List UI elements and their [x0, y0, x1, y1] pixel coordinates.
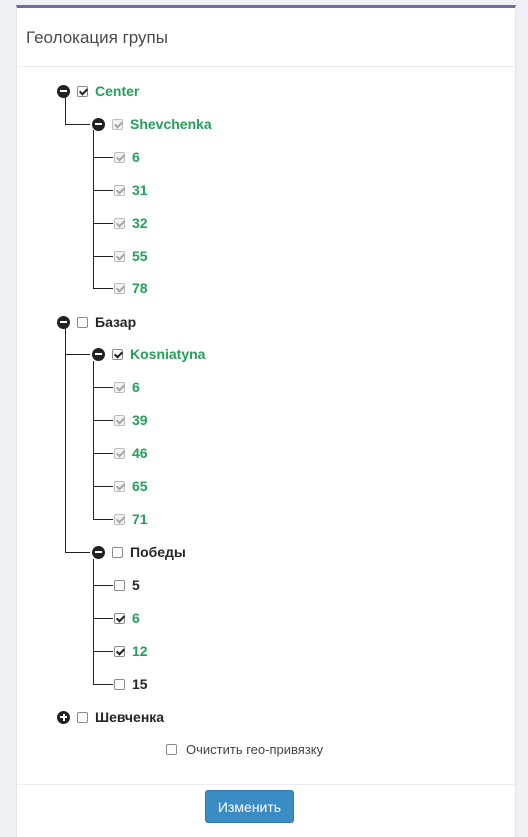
- tree-label[interactable]: 6: [132, 610, 140, 626]
- tree-connector: [65, 354, 90, 355]
- submit-button[interactable]: Изменить: [205, 790, 294, 823]
- checkbox-shevchenka-ua[interactable]: [77, 711, 88, 723]
- tree-connector: [93, 651, 113, 652]
- tree-label[interactable]: 6: [132, 379, 140, 395]
- tree-connector: [65, 97, 66, 124]
- collapse-icon[interactable]: [92, 545, 105, 559]
- footer-divider: [17, 784, 515, 785]
- tree-label[interactable]: Шевченка: [95, 709, 164, 725]
- header-divider: [17, 66, 515, 67]
- tree-label[interactable]: 6: [132, 149, 140, 165]
- collapse-icon[interactable]: [57, 315, 70, 329]
- tree-connector: [93, 559, 94, 685]
- tree-connector: [93, 288, 113, 289]
- checkbox-bazar[interactable]: [77, 316, 88, 328]
- tree-label[interactable]: Победы: [130, 544, 186, 560]
- tree-connector: [93, 519, 113, 520]
- leaf-checkbox: [114, 381, 125, 393]
- tree-connector: [93, 157, 113, 158]
- leaf-checkbox: [114, 282, 125, 294]
- tree-label[interactable]: 5: [132, 577, 140, 593]
- collapse-icon[interactable]: [92, 117, 105, 131]
- tree-connector: [65, 124, 90, 125]
- tree-connector: [93, 223, 113, 224]
- tree-leaf: 39: [114, 411, 148, 429]
- tree-label[interactable]: 46: [132, 445, 148, 461]
- leaf-checkbox[interactable]: [114, 612, 125, 624]
- tree-connector: [93, 420, 113, 421]
- leaf-checkbox: [114, 447, 125, 459]
- tree-connector: [93, 387, 113, 388]
- leaf-checkbox: [114, 184, 125, 196]
- tree-connector: [93, 618, 113, 619]
- tree-label[interactable]: 15: [132, 676, 148, 692]
- tree-connector: [93, 256, 113, 257]
- checkbox-pobedy[interactable]: [112, 546, 123, 558]
- leaf-checkbox: [114, 480, 125, 492]
- leaf-checkbox: [114, 217, 125, 229]
- tree-leaf: 78: [114, 279, 148, 297]
- tree-node-shevchenka: Shevchenka: [92, 115, 212, 133]
- checkbox-shevchenka: [112, 118, 123, 130]
- tree-label[interactable]: 71: [132, 511, 148, 527]
- tree-node-bazar: Базар: [57, 313, 136, 331]
- leaf-checkbox[interactable]: [114, 678, 125, 690]
- leaf-checkbox: [114, 250, 125, 262]
- tree-leaf: 15: [114, 675, 148, 693]
- panel-title: Геолокация групы: [26, 28, 168, 47]
- collapse-icon[interactable]: [57, 84, 70, 98]
- tree-label[interactable]: 55: [132, 248, 148, 264]
- tree-leaf: 71: [114, 510, 148, 528]
- expand-icon[interactable]: [57, 710, 70, 724]
- tree-leaf: 55: [114, 247, 148, 265]
- tree-connector: [93, 684, 113, 685]
- tree-leaf: 6: [114, 378, 140, 396]
- tree-leaf: 12: [114, 642, 148, 660]
- tree-leaf: 6: [114, 148, 140, 166]
- checkbox-center[interactable]: [77, 85, 88, 97]
- tree-connector: [93, 453, 113, 454]
- tree-connector: [93, 190, 113, 191]
- tree-connector: [65, 552, 90, 553]
- clear-geo-label[interactable]: Очистить гео-привязку: [186, 742, 323, 757]
- tree-label[interactable]: Center: [95, 83, 139, 99]
- tree-label[interactable]: 39: [132, 412, 148, 428]
- tree-label[interactable]: 12: [132, 643, 148, 659]
- leaf-checkbox: [114, 513, 125, 525]
- tree-node-shevchenka-ua: Шевченка: [57, 708, 164, 726]
- tree-label[interactable]: 65: [132, 478, 148, 494]
- tree-label[interactable]: 31: [132, 182, 148, 198]
- tree-connector: [93, 486, 113, 487]
- tree-leaf: 5: [114, 576, 140, 594]
- collapse-icon[interactable]: [92, 347, 105, 361]
- tree-label[interactable]: 78: [132, 280, 148, 296]
- tree-label[interactable]: Базар: [95, 314, 136, 330]
- tree-leaf: 32: [114, 214, 148, 232]
- tree-connector: [93, 585, 113, 586]
- leaf-checkbox[interactable]: [114, 645, 125, 657]
- tree-node-center: Center: [57, 82, 139, 100]
- tree-label[interactable]: 32: [132, 215, 148, 231]
- tree-label[interactable]: Shevchenka: [130, 116, 212, 132]
- tree-connector: [93, 130, 94, 288]
- tree-leaf: 6: [114, 609, 140, 627]
- clear-geo-option[interactable]: Очистить гео-привязку: [166, 742, 323, 757]
- leaf-checkbox: [114, 414, 125, 426]
- clear-geo-checkbox[interactable]: [166, 744, 177, 755]
- tree-connector: [65, 328, 66, 552]
- leaf-checkbox: [114, 151, 125, 163]
- tree-label[interactable]: Kosniatyna: [130, 346, 205, 362]
- leaf-checkbox[interactable]: [114, 579, 125, 591]
- tree-node-pobedy: Победы: [92, 543, 186, 561]
- tree-node-kosniatyna: Kosniatyna: [92, 345, 205, 363]
- tree-connector: [93, 361, 94, 519]
- tree-leaf: 31: [114, 181, 148, 199]
- tree-leaf: 46: [114, 444, 148, 462]
- tree-leaf: 65: [114, 477, 148, 495]
- checkbox-kosniatyna[interactable]: [112, 348, 123, 360]
